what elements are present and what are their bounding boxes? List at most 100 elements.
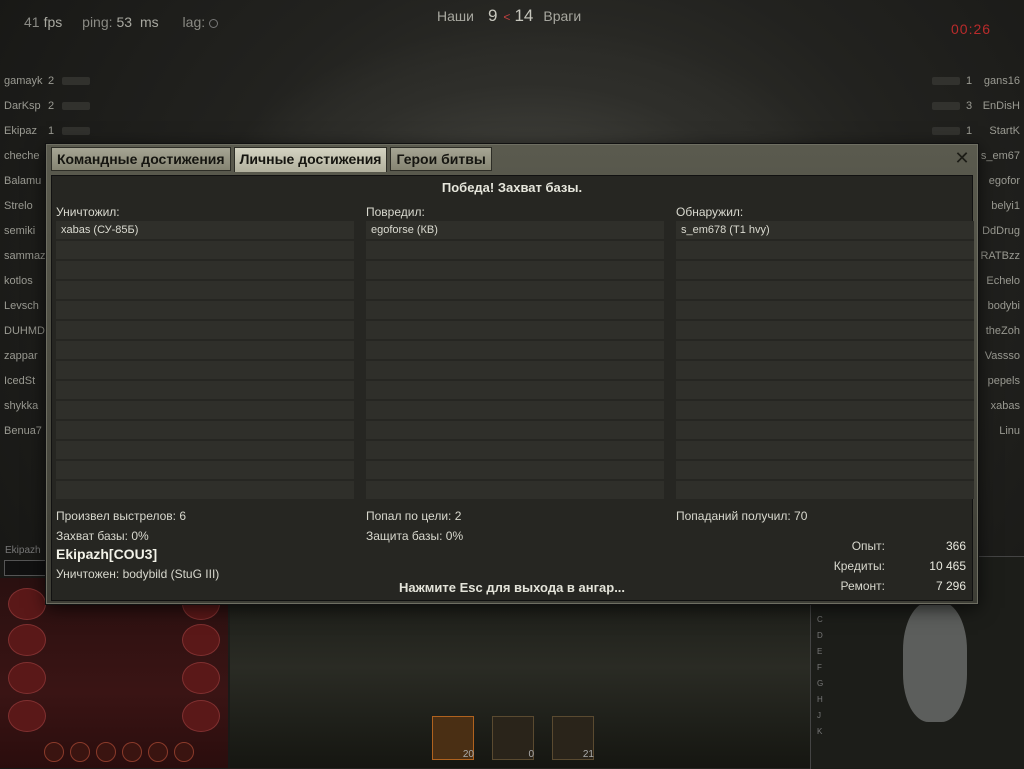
radio-module-icon[interactable]: [182, 624, 220, 656]
minimap-row-letter: K: [817, 727, 823, 736]
player-name: belyi1: [991, 199, 1020, 212]
ammo-count: 20: [462, 749, 474, 760]
player-name: Echelo: [986, 274, 1020, 287]
credits-value: 10 465: [929, 559, 966, 573]
tank-icon: [932, 76, 960, 85]
battle-timer: 00:26: [951, 21, 992, 37]
ammo-slot-3[interactable]: 21: [552, 716, 596, 762]
team-enemy-score: 14: [514, 6, 534, 25]
experience-value: 366: [945, 539, 966, 553]
fuel-tank-icon[interactable]: [182, 662, 220, 694]
minimap-row-letter: J: [817, 711, 821, 720]
list-item: egoforse (КВ): [371, 224, 438, 236]
team-right-player-row: 1 StartK: [904, 118, 1024, 143]
player-frags: 2: [48, 99, 55, 112]
team-left-player-row: gamayk 2: [0, 68, 110, 93]
fps-label: fps: [43, 14, 63, 30]
tab-battle-heroes[interactable]: Герои битвы: [390, 147, 492, 171]
player-name: RATBzz: [980, 249, 1020, 262]
player-name: zappar: [4, 349, 38, 362]
player-name: xabas: [990, 399, 1020, 412]
minimap-row-letter: D: [817, 631, 823, 640]
shots-fired-stat: Произвел выстрелов: 6: [56, 509, 187, 523]
hits-received-stat: Попаданий получил: 70: [676, 509, 808, 523]
player-name: Levsch: [4, 299, 39, 312]
ammo-slot-2[interactable]: 0: [492, 716, 536, 762]
player-name: EnDisH: [982, 99, 1020, 112]
exit-hint: Нажмите Esc для выхода в ангар...: [398, 580, 626, 595]
tab-personal-achievements[interactable]: Личные достижения: [233, 147, 388, 172]
player-name: DdDrug: [982, 224, 1020, 237]
ammo-count: 0: [528, 749, 534, 760]
team-ours-label: Наши: [437, 8, 474, 24]
team-enemy-label: Враги: [543, 8, 582, 24]
player-name: semiki: [4, 224, 36, 237]
tank-icon: [62, 76, 90, 85]
minimap-row-letter: G: [817, 679, 824, 688]
engine-module-icon[interactable]: [8, 588, 46, 620]
ping-value: 53 ms: [116, 14, 159, 30]
player-name: DUHMD: [4, 324, 45, 337]
lag-label: lag:: [182, 14, 206, 30]
minimap-row-letter: H: [817, 695, 823, 704]
player-name: gamayk: [4, 74, 43, 87]
tank-icon: [62, 126, 90, 135]
base-defense-stat: Защита базы: 0%: [366, 529, 464, 543]
player-name: IcedSt: [4, 374, 36, 387]
tank-icon: [932, 101, 960, 110]
player-name: Linu: [999, 424, 1020, 437]
health-bar: [4, 560, 50, 576]
crew-gunner-icon[interactable]: [70, 742, 90, 762]
fps-value: 41: [24, 14, 40, 30]
tank-icon: [932, 126, 960, 135]
player-name: Vassso: [984, 349, 1020, 362]
player-frags: 2: [48, 74, 55, 87]
result-title: Победа! Захват базы.: [441, 180, 583, 195]
player-name: Strelo: [4, 199, 33, 212]
damaged-list[interactable]: egoforse (КВ): [366, 221, 664, 499]
crew-commander-icon[interactable]: [44, 742, 64, 762]
crew-loader-icon[interactable]: [148, 742, 168, 762]
destroyed-column: Уничтожил: xabas (СУ-85Б): [56, 203, 356, 499]
team-score: Наши 9 <14 Враги: [437, 6, 581, 26]
destroyed-list[interactable]: xabas (СУ-85Б): [56, 221, 354, 499]
team-left-player-row: Ekipaz 1: [0, 118, 110, 143]
minimap-row-letter: E: [817, 647, 823, 656]
credits-label: Кредиты:: [833, 559, 885, 573]
player-name: Benua7: [4, 424, 42, 437]
ammo-count: 21: [582, 749, 594, 760]
damage-panel: [0, 578, 228, 768]
score-arrow-icon: <: [503, 10, 511, 24]
close-icon[interactable]: ✕: [953, 149, 971, 167]
damaged-label: Повредил:: [366, 205, 425, 219]
player-hud-name: Ekipazh: [5, 545, 41, 556]
player-name: kotlos: [4, 274, 33, 287]
tab-team-achievements[interactable]: Командные достижения: [51, 147, 231, 171]
turret-module-icon[interactable]: [8, 662, 46, 694]
ping-label: ping:: [82, 14, 113, 30]
gun-module-icon[interactable]: [8, 624, 46, 656]
player-name: Ekipaz: [4, 124, 38, 137]
crew-radioman-icon[interactable]: [122, 742, 142, 762]
observation-device-icon[interactable]: [182, 700, 220, 732]
spotted-label: Обнаружил:: [676, 205, 744, 219]
battle-results-dialog: Командные достижения Личные достижения Г…: [46, 144, 978, 604]
player-name: egofor: [988, 174, 1020, 187]
crew-loader2-icon[interactable]: [174, 742, 194, 762]
destroyed-label: Уничтожил:: [56, 205, 120, 219]
ammo-slot-1[interactable]: 20: [432, 716, 476, 762]
spotted-list[interactable]: s_em678 (T1 hvy): [676, 221, 974, 499]
player-name: pepels: [987, 374, 1020, 387]
experience-label: Опыт:: [851, 539, 885, 553]
crew-driver-icon[interactable]: [96, 742, 116, 762]
team-ours-score: 9: [487, 6, 498, 25]
player-name: theZoh: [985, 324, 1020, 337]
player-name: StartK: [989, 124, 1020, 137]
player-name: Balamu: [4, 174, 42, 187]
player-name: shykka: [4, 399, 39, 412]
track-module-icon[interactable]: [8, 700, 46, 732]
player-frags: 1: [48, 124, 55, 137]
player-frags: 1: [965, 74, 973, 87]
base-capture-stat: Захват базы: 0%: [56, 529, 149, 543]
team-left-player-row: DarKsp 2: [0, 93, 110, 118]
